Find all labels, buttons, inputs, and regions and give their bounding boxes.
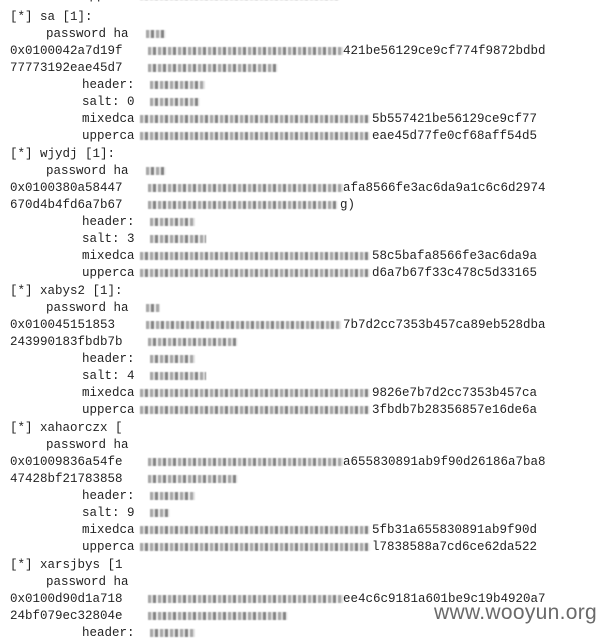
- header-label: header:: [82, 489, 135, 503]
- mixedcase-tail: 58c5bafa8566fe3ac6da9a: [372, 249, 538, 263]
- hash-value-continued-tail: g): [340, 198, 356, 212]
- mixedcase-tail: 5fb31a655830891ab9f90d: [372, 523, 538, 537]
- header-label: header:: [82, 352, 135, 366]
- uppercase-label: upperca: [82, 266, 135, 280]
- redaction-blur: [140, 389, 370, 397]
- salt-label: salt: 9: [82, 506, 135, 520]
- header-label: header:: [82, 626, 135, 640]
- hash-value-continued: 243990183fbdb7b: [10, 335, 123, 349]
- uppercase-label: upperca: [82, 540, 135, 554]
- redaction-blur: [148, 184, 343, 192]
- redaction-blur: [150, 629, 195, 637]
- uppercase-tail: l7838588a7cd6ce62da522: [372, 540, 538, 554]
- redaction-blur: [150, 372, 206, 380]
- hash-value-continued: 670d4b4fd6a7b67: [10, 198, 123, 212]
- redaction-blur: [148, 458, 343, 466]
- redaction-blur: [140, 132, 370, 140]
- mixedcase-tail: 9826e7b7d2cc7353b457ca: [372, 386, 538, 400]
- hash-value-continued: 47428bf21783858: [10, 472, 123, 486]
- hash-value: 0x0100380a58447: [10, 181, 123, 195]
- uppercase-tail: eae45d77fe0cf68aff54d5: [372, 129, 538, 143]
- hash-value: 0x0100d90d1a718: [10, 592, 123, 606]
- salt-label: salt: 0: [82, 95, 135, 109]
- redaction-blur: [148, 338, 238, 346]
- hash-value-tail: a655830891ab9f90d26186a7ba8: [343, 455, 546, 469]
- redaction-blur: [150, 235, 206, 243]
- password-hash-label: password ha: [46, 164, 129, 178]
- redaction-blur: [140, 269, 370, 277]
- salt-label: salt: 3: [82, 232, 135, 246]
- entry-header: [*] wjydj [1]:: [10, 147, 116, 161]
- hash-value-tail: 7b7d2cc7353b457ca89eb528dba: [343, 318, 546, 332]
- redaction-blur: [146, 167, 166, 175]
- entry-header: [*] xarsjbys [1: [10, 558, 123, 572]
- redaction-blur: [148, 475, 238, 483]
- redaction-blur: [140, 526, 370, 534]
- output-fragment: 7c4b66c5c51a52ace6225: [358, 0, 516, 5]
- hash-value-continued: 24bf079ec32804e: [10, 609, 123, 623]
- salt-label: salt: 4: [82, 369, 135, 383]
- hash-value-tail: afa8566fe3ac6da9a1c6c6d2974: [343, 181, 546, 195]
- redaction-blur: [140, 115, 370, 123]
- redaction-blur: [140, 406, 370, 414]
- hash-value: 0x010045151853: [10, 318, 116, 332]
- mixedcase-label: mixedca: [82, 523, 135, 537]
- password-hash-label: password ha: [46, 27, 129, 41]
- uppercase-label: upperca: [82, 129, 135, 143]
- redaction-blur: [150, 492, 195, 500]
- entry-header: [*] xabys2 [1]:: [10, 284, 123, 298]
- redaction-blur: [146, 321, 341, 329]
- redaction-blur: [146, 304, 160, 312]
- watermark: www.wooyun.org: [434, 601, 597, 624]
- entry-header: [*] sa [1]:: [10, 10, 93, 24]
- redaction-blur: [140, 543, 370, 551]
- uppercase-tail: d6a7b67f33c478c5d33165: [372, 266, 538, 280]
- uppercase-label: upperca: [82, 403, 135, 417]
- redaction-blur: [140, 252, 370, 260]
- redaction-blur: [150, 98, 200, 106]
- password-hash-label: password ha: [46, 575, 129, 589]
- redaction-blur: [150, 509, 170, 517]
- hash-value-continued: 77773192eae45d7: [10, 61, 123, 75]
- redaction-blur: [148, 201, 338, 209]
- redaction-blur: [148, 612, 288, 620]
- hash-value: 0x0100042a7d19f: [10, 44, 123, 58]
- redaction-blur: [150, 218, 195, 226]
- mixedcase-label: mixedca: [82, 386, 135, 400]
- uppercase-tail: 3fbdb7b28356857e16de6a: [372, 403, 538, 417]
- mixedcase-tail: 5b557421be56129ce9cf77: [372, 112, 538, 126]
- entry-header: [*] xahaorczx [: [10, 421, 123, 435]
- redaction-blur: [148, 47, 343, 55]
- redaction-blur: [148, 595, 343, 603]
- redaction-blur: [148, 64, 278, 72]
- password-hash-label: password ha: [46, 438, 129, 452]
- mixedcase-label: mixedca: [82, 249, 135, 263]
- hash-value: 0x01009836a54fe: [10, 455, 123, 469]
- terminal-output: upperca 7c4b66c5c51a52ace6225 [*] sa [1]…: [0, 0, 607, 640]
- header-label: header:: [82, 215, 135, 229]
- header-label: header:: [82, 78, 135, 92]
- output-line: upperca: [82, 0, 135, 5]
- mixedcase-label: mixedca: [82, 112, 135, 126]
- redaction-blur: [146, 30, 166, 38]
- hash-value-tail: 421be56129ce9cf774f9872bdbd: [343, 44, 546, 58]
- password-hash-label: password ha: [46, 301, 129, 315]
- redaction-blur: [150, 355, 195, 363]
- redaction-blur: [150, 81, 205, 89]
